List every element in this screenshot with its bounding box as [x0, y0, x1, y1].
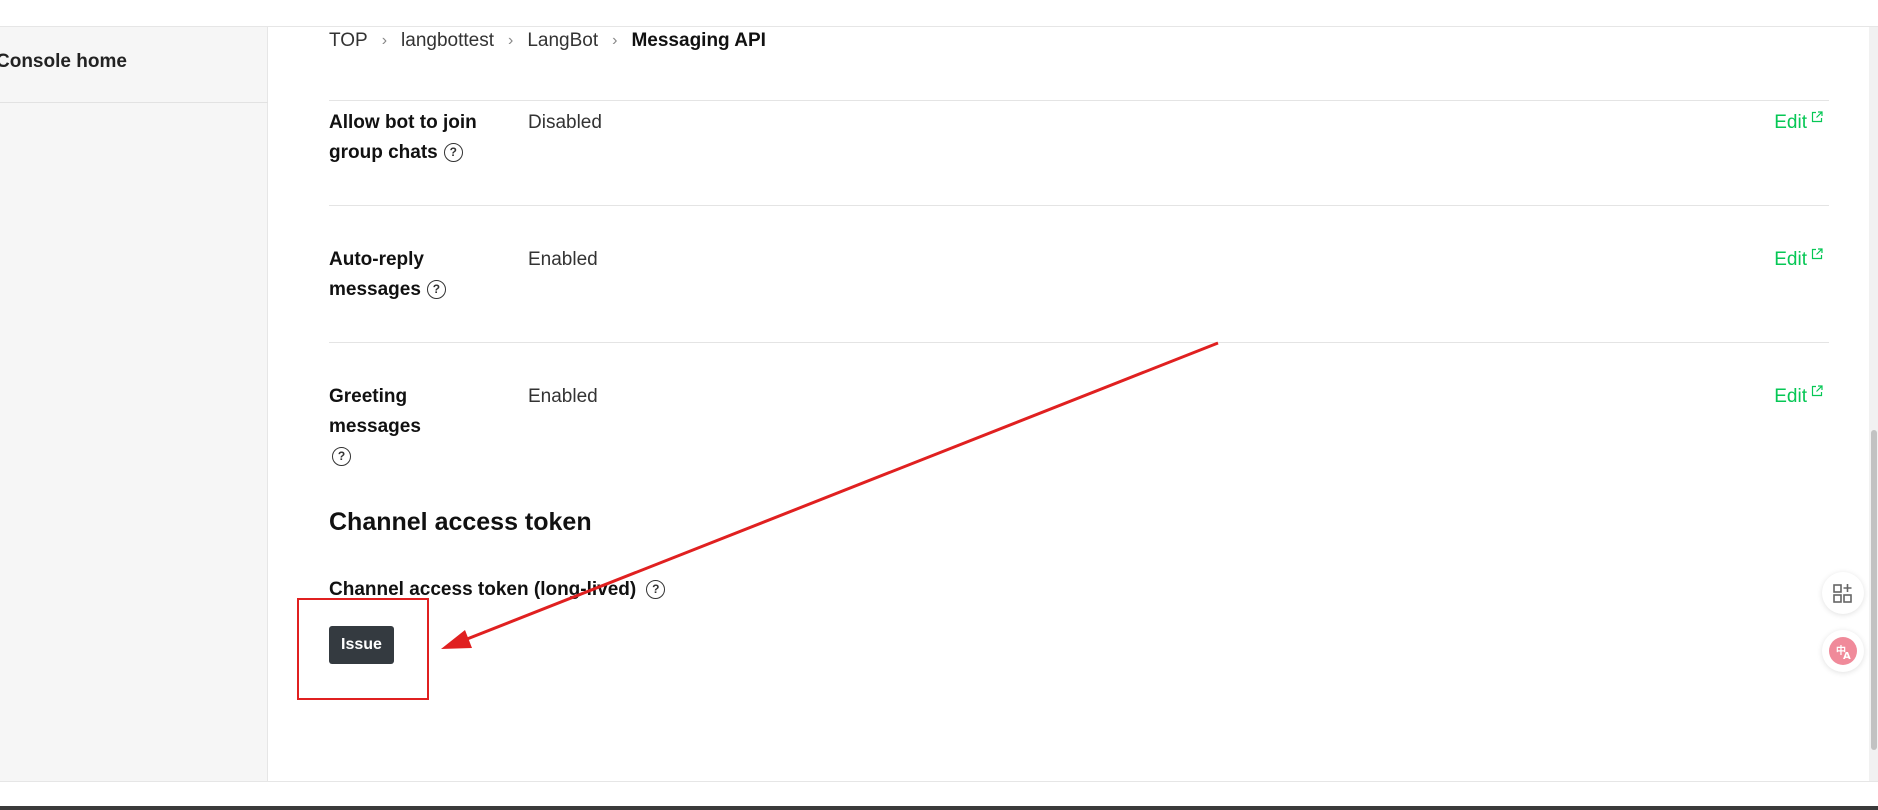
- qr-add-icon: [1833, 584, 1852, 603]
- annotation-highlight-box: [297, 598, 429, 700]
- divider: [329, 100, 1829, 101]
- setting-value: Disabled: [528, 112, 602, 133]
- setting-value: Enabled: [528, 386, 598, 407]
- section-title-channel-access-token: Channel access token: [329, 508, 592, 536]
- edit-link[interactable]: Edit: [1774, 245, 1823, 275]
- setting-row-auto-reply: Auto-reply messages? Enabled Edit: [329, 245, 1829, 341]
- translate-icon: 中A: [1829, 637, 1857, 665]
- svg-text:A: A: [1843, 651, 1851, 662]
- help-icon[interactable]: ?: [332, 447, 351, 467]
- sidebar: Console home: [0, 27, 268, 781]
- divider: [329, 342, 1829, 343]
- setting-label-text: Auto-reply messages: [329, 249, 424, 300]
- external-link-icon: [1811, 385, 1823, 397]
- setting-label-text: Greeting messages: [329, 386, 421, 437]
- sidebar-item-console-home[interactable]: Console home: [0, 27, 268, 103]
- breadcrumb-separator: ›: [508, 32, 514, 49]
- translate-button[interactable]: 中A: [1822, 630, 1864, 672]
- setting-value: Enabled: [528, 249, 598, 270]
- qr-add-button[interactable]: [1822, 572, 1864, 614]
- setting-label: Allow bot to join group chats?: [329, 108, 504, 168]
- divider: [329, 205, 1829, 206]
- edit-label: Edit: [1774, 249, 1807, 270]
- breadcrumb-channel[interactable]: LangBot: [527, 30, 598, 52]
- setting-label: Greeting messages?: [329, 382, 504, 472]
- edit-label: Edit: [1774, 112, 1807, 133]
- breadcrumb-current: Messaging API: [631, 30, 766, 51]
- external-link-icon: [1811, 248, 1823, 260]
- setting-label: Auto-reply messages?: [329, 245, 479, 305]
- edit-link[interactable]: Edit: [1774, 108, 1823, 138]
- taskbar-strip: [0, 806, 1878, 810]
- setting-row-group-chats: Allow bot to join group chats? Disabled …: [329, 108, 1829, 204]
- edit-label: Edit: [1774, 386, 1807, 407]
- help-icon[interactable]: ?: [646, 580, 666, 600]
- top-bar: [0, 0, 1878, 27]
- setting-row-greeting: Greeting messages? Enabled Edit: [329, 382, 1829, 478]
- page: Console home TOP › langbottest › LangBot…: [0, 0, 1878, 810]
- help-icon[interactable]: ?: [443, 143, 463, 163]
- help-icon[interactable]: ?: [426, 280, 446, 300]
- breadcrumb-top[interactable]: TOP: [329, 30, 368, 52]
- scrollbar-thumb[interactable]: [1871, 430, 1877, 750]
- external-link-icon: [1811, 111, 1823, 123]
- floating-toolbar: 中A: [1822, 572, 1866, 678]
- breadcrumb-separator: ›: [381, 32, 388, 49]
- breadcrumb-separator: ›: [612, 32, 618, 49]
- token-label-text: Channel access token (long-lived): [329, 579, 637, 600]
- breadcrumb-provider[interactable]: langbottest: [401, 30, 494, 52]
- breadcrumb: TOP › langbottest › LangBot › Messaging …: [329, 26, 766, 56]
- edit-link[interactable]: Edit: [1774, 382, 1823, 412]
